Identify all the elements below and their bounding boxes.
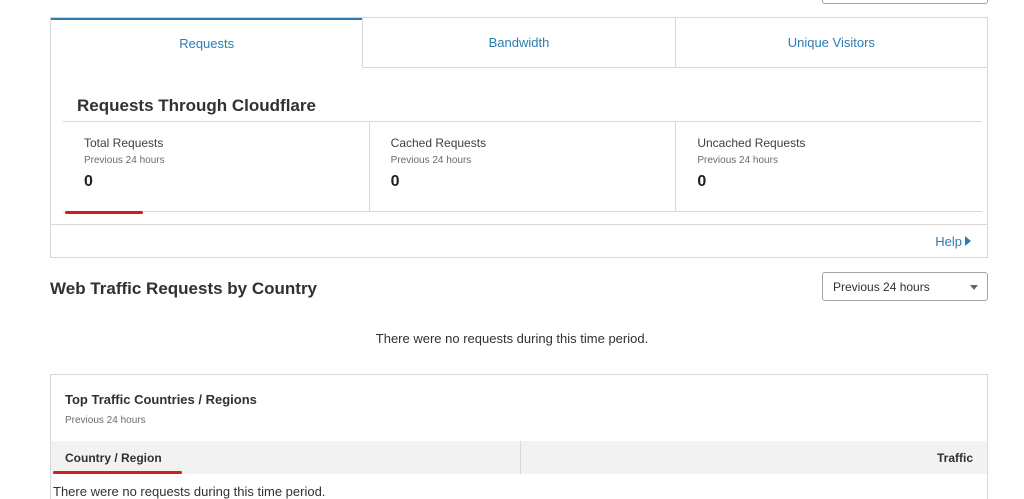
tab-requests[interactable]: Requests <box>51 18 363 68</box>
top-countries-card: Top Traffic Countries / Regions Previous… <box>50 374 988 499</box>
stat-period: Previous 24 hours <box>697 155 778 166</box>
stat-label: Total Requests <box>84 136 164 150</box>
card-title: Requests Through Cloudflare <box>77 96 316 115</box>
stats-row: Total Requests Previous 24 hours 0 Cache… <box>63 121 982 214</box>
empty-message: There were no requests during this time … <box>375 331 649 346</box>
stat-uncached-requests: Uncached Requests Previous 24 hours 0 <box>675 122 982 211</box>
section-title: Web Traffic Requests by Country <box>50 279 318 298</box>
table-header: Country / Region Traffic <box>51 441 987 474</box>
top-select-partial[interactable] <box>822 0 988 4</box>
stat-total-requests: Total Requests Previous 24 hours 0 <box>63 122 369 214</box>
table-period: Previous 24 hours <box>65 415 146 426</box>
stat-period: Previous 24 hours <box>390 155 472 166</box>
annotation-underline <box>65 211 143 214</box>
stat-value: 0 <box>84 173 93 190</box>
tab-unique-visitors[interactable]: Unique Visitors <box>674 18 987 68</box>
chevron-down-icon <box>970 285 978 290</box>
table-empty-message: There were no requests during this time … <box>53 484 326 499</box>
stat-cached-requests: Cached Requests Previous 24 hours 0 <box>368 122 676 211</box>
stat-value: 0 <box>390 173 400 190</box>
column-header-label: Traffic <box>936 450 973 465</box>
requests-card: Requests Bandwidth Unique Visitors Reque… <box>50 17 988 258</box>
column-header-country[interactable]: Country / Region <box>51 441 521 474</box>
card-footer: Help <box>51 224 987 257</box>
stat-period: Previous 24 hours <box>84 155 165 166</box>
table-title: Top Traffic Countries / Regions <box>65 392 257 407</box>
tab-bar: Requests Bandwidth Unique Visitors <box>51 18 987 68</box>
column-header-label: Country / Region <box>65 450 162 465</box>
help-link[interactable]: Help <box>935 234 971 249</box>
period-select-value: Previous 24 hours <box>833 279 930 294</box>
help-label: Help <box>935 233 962 249</box>
stat-label: Cached Requests <box>390 136 487 150</box>
triangle-right-icon <box>965 236 971 246</box>
column-header-traffic[interactable]: Traffic <box>521 441 987 474</box>
tab-bandwidth[interactable]: Bandwidth <box>362 18 675 68</box>
annotation-underline <box>53 471 182 474</box>
period-select[interactable]: Previous 24 hours <box>822 272 988 301</box>
stat-value: 0 <box>697 173 707 190</box>
stat-label: Uncached Requests <box>697 136 806 150</box>
